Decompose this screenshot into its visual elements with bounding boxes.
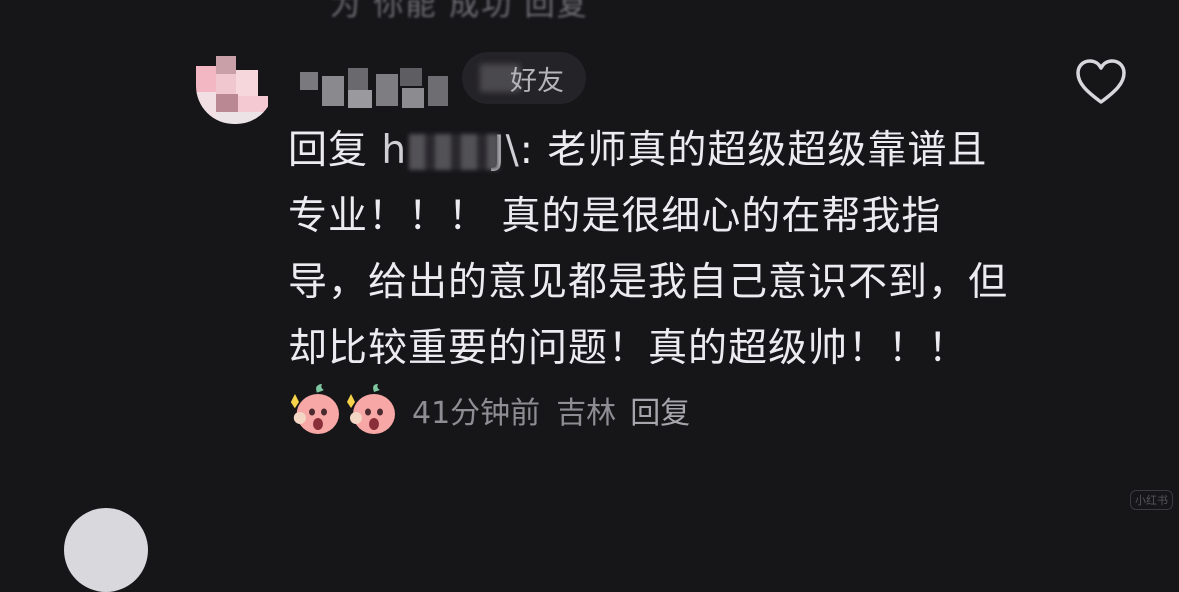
friend-badge: 好友 <box>462 52 586 104</box>
commenter-username-redacted[interactable] <box>300 66 450 110</box>
friend-badge-label: 好友 <box>510 65 564 97</box>
reply-button[interactable]: 回复 <box>630 388 690 432</box>
reply-prefix: 回复 <box>288 128 369 173</box>
previous-comment-tail: 为 你能 成功 回复 <box>330 0 589 23</box>
app-watermark: 小红书 <box>1130 490 1173 510</box>
heart-outline-icon[interactable] <box>1074 58 1128 106</box>
shocked-pink-blob-emoji <box>347 384 395 434</box>
reply-target-initial: h <box>381 128 408 173</box>
comment-meta-row: 41分钟前 吉林 回复 <box>288 380 690 440</box>
comment-location: 吉林 <box>556 396 617 431</box>
commenter-avatar[interactable] <box>196 56 274 124</box>
reply-target-username[interactable]: h J\ <box>381 118 519 184</box>
shocked-pink-blob-emoji <box>291 384 339 434</box>
comment-time: 41分钟前 <box>412 396 541 431</box>
